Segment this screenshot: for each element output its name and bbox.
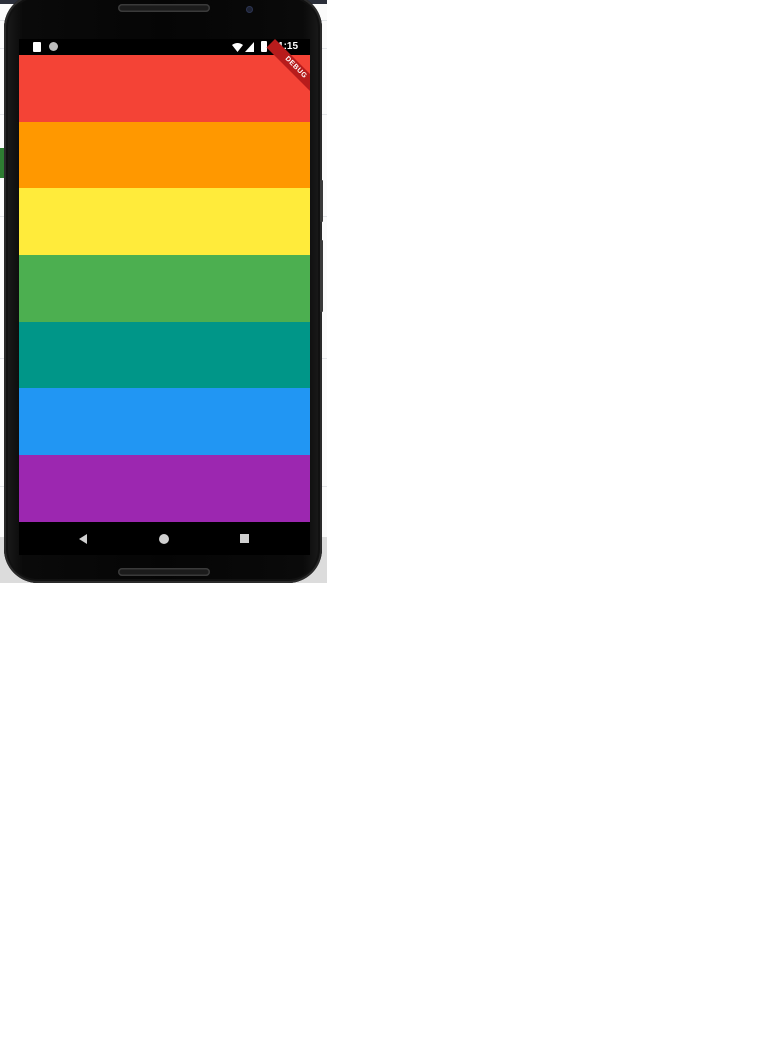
volume-button[interactable] (320, 180, 323, 222)
home-icon[interactable] (159, 534, 169, 544)
stripe-green (19, 255, 310, 322)
power-button[interactable] (320, 240, 323, 312)
sd-card-icon (33, 42, 41, 52)
phone-screen: 11:15 DEBUG (19, 39, 310, 555)
stripe-red (19, 55, 310, 122)
top-speaker (118, 4, 210, 12)
sync-icon (49, 42, 58, 51)
phone-emulator-frame: 11:15 DEBUG (4, 0, 323, 583)
stripe-purple (19, 455, 310, 522)
android-nav-bar (19, 522, 310, 555)
bottom-speaker (118, 568, 210, 576)
stripe-orange (19, 121, 310, 189)
stripe-blue (19, 388, 310, 456)
recents-icon[interactable] (240, 534, 249, 543)
rainbow-stripes (19, 55, 310, 522)
front-camera (246, 6, 253, 13)
wifi-icon (232, 43, 243, 52)
stripe-yellow (19, 188, 310, 256)
back-icon[interactable] (79, 534, 87, 544)
signal-icon (245, 42, 254, 52)
stripe-teal (19, 321, 310, 389)
